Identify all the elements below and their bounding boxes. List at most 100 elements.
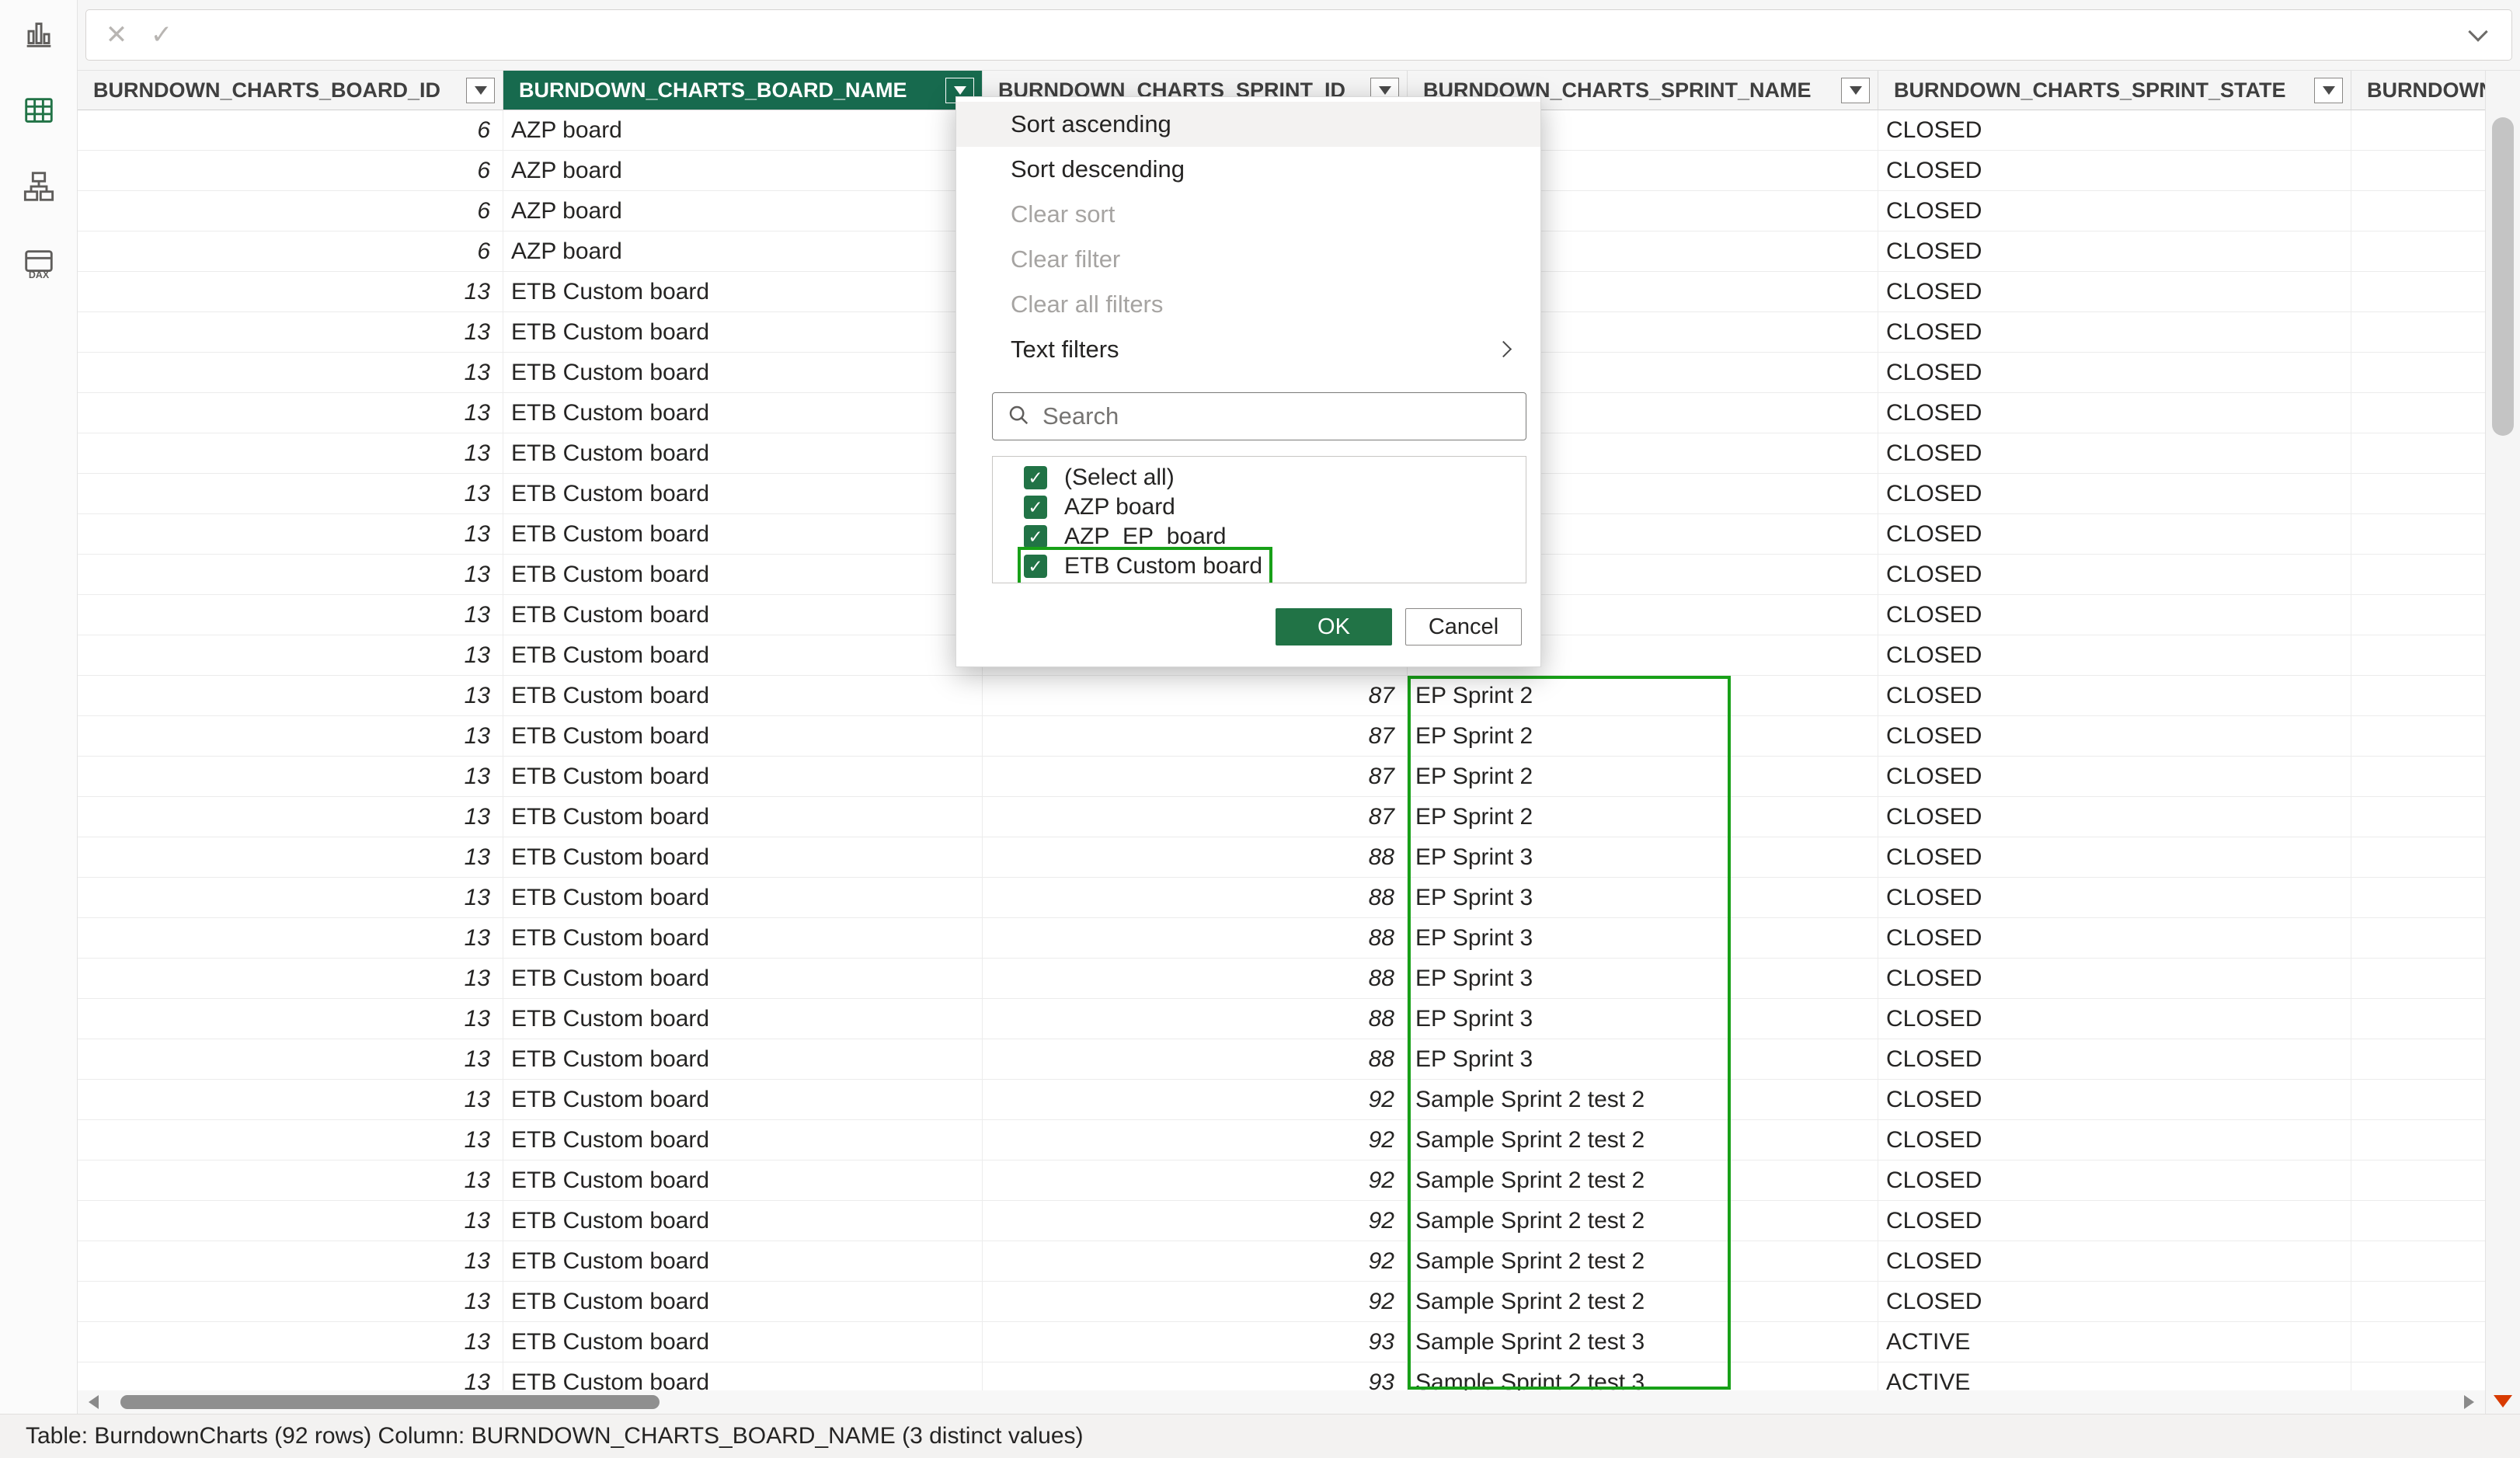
cell[interactable]: 13 <box>78 1039 503 1079</box>
cell[interactable]: 13 <box>78 1241 503 1281</box>
cell[interactable]: 13 <box>78 959 503 998</box>
cell[interactable]: ACTIVE <box>1878 1322 2351 1362</box>
cell[interactable]: 13 <box>78 1160 503 1200</box>
cell[interactable]: CLOSED <box>1878 676 2351 715</box>
column-header[interactable]: BURNDOWN_CHARTS_BOARD_NAME <box>503 71 983 110</box>
cell[interactable]: EP Sprint 3 <box>1408 959 1878 998</box>
cell[interactable]: 13 <box>78 676 503 715</box>
cell[interactable] <box>2351 474 2485 513</box>
cell[interactable]: 6 <box>78 151 503 190</box>
cell[interactable]: CLOSED <box>1878 1282 2351 1321</box>
cell[interactable]: ETB Custom board <box>503 1362 983 1390</box>
scroll-down-arrow-icon[interactable] <box>2494 1395 2512 1408</box>
cell[interactable]: 6 <box>78 191 503 231</box>
cell[interactable]: ETB Custom board <box>503 312 983 352</box>
cell[interactable]: 13 <box>78 757 503 796</box>
cell[interactable]: ETB Custom board <box>503 353 983 392</box>
cell[interactable] <box>2351 635 2485 675</box>
cell[interactable]: ETB Custom board <box>503 1160 983 1200</box>
cell[interactable]: CLOSED <box>1878 1039 2351 1079</box>
cell[interactable]: CLOSED <box>1878 1201 2351 1241</box>
cell[interactable]: CLOSED <box>1878 272 2351 311</box>
cell[interactable]: 13 <box>78 555 503 594</box>
cell[interactable]: CLOSED <box>1878 716 2351 756</box>
cell[interactable]: CLOSED <box>1878 837 2351 877</box>
cell[interactable]: ETB Custom board <box>503 595 983 635</box>
cell[interactable] <box>2351 1080 2485 1119</box>
cell[interactable] <box>2351 918 2485 958</box>
cell[interactable]: CLOSED <box>1878 878 2351 917</box>
cell[interactable]: 88 <box>983 837 1408 877</box>
cell[interactable]: ETB Custom board <box>503 272 983 311</box>
sidebar-item-report-view[interactable] <box>0 0 78 71</box>
menu-item[interactable]: Text filters <box>956 327 1540 372</box>
cell[interactable]: ETB Custom board <box>503 757 983 796</box>
cell[interactable]: Sample Sprint 2 test 2 <box>1408 1160 1878 1200</box>
cell[interactable] <box>2351 959 2485 998</box>
cell[interactable]: ETB Custom board <box>503 1322 983 1362</box>
filter-value-item[interactable]: ✓ AZP_EP_board <box>993 522 1526 552</box>
cell[interactable]: ETB Custom board <box>503 474 983 513</box>
cell[interactable] <box>2351 433 2485 473</box>
cell[interactable]: CLOSED <box>1878 999 2351 1039</box>
cell[interactable]: 13 <box>78 999 503 1039</box>
cell[interactable]: 88 <box>983 1039 1408 1079</box>
filter-button[interactable] <box>1841 78 1870 103</box>
checked-checkbox-icon[interactable]: ✓ <box>1024 555 1047 578</box>
cell[interactable]: ETB Custom board <box>503 878 983 917</box>
cell[interactable] <box>2351 676 2485 715</box>
cell[interactable]: CLOSED <box>1878 595 2351 635</box>
cell[interactable]: 13 <box>78 635 503 675</box>
cell[interactable] <box>2351 1160 2485 1200</box>
cell[interactable]: 13 <box>78 474 503 513</box>
cell[interactable]: 87 <box>983 757 1408 796</box>
cell[interactable]: ETB Custom board <box>503 999 983 1039</box>
cell[interactable]: 92 <box>983 1120 1408 1160</box>
cell[interactable]: ETB Custom board <box>503 676 983 715</box>
filter-search-input[interactable] <box>1042 402 1512 430</box>
cell[interactable]: CLOSED <box>1878 353 2351 392</box>
cell[interactable]: 92 <box>983 1201 1408 1241</box>
filter-value-item[interactable]: ✓ ETB Custom board <box>993 552 1526 581</box>
cell[interactable]: ETB Custom board <box>503 393 983 433</box>
cell[interactable]: 13 <box>78 797 503 837</box>
column-header[interactable]: BURNDOWN_C <box>2351 71 2485 110</box>
cell[interactable]: ETB Custom board <box>503 555 983 594</box>
cell[interactable]: EP Sprint 2 <box>1408 797 1878 837</box>
cell[interactable]: ETB Custom board <box>503 1282 983 1321</box>
cell[interactable]: EP Sprint 2 <box>1408 676 1878 715</box>
cell[interactable]: CLOSED <box>1878 757 2351 796</box>
cell[interactable] <box>2351 797 2485 837</box>
cell[interactable]: ETB Custom board <box>503 1080 983 1119</box>
cell[interactable]: CLOSED <box>1878 555 2351 594</box>
cell[interactable]: ETB Custom board <box>503 433 983 473</box>
cell[interactable]: 93 <box>983 1322 1408 1362</box>
cell[interactable]: 13 <box>78 514 503 554</box>
cell[interactable]: 93 <box>983 1362 1408 1390</box>
cell[interactable]: 92 <box>983 1160 1408 1200</box>
cell[interactable]: Sample Sprint 2 test 2 <box>1408 1080 1878 1119</box>
column-header[interactable]: BURNDOWN_CHARTS_SPRINT_STATE <box>1878 71 2351 110</box>
sidebar-item-model-view[interactable] <box>0 152 78 224</box>
cell[interactable]: Sample Sprint 2 test 3 <box>1408 1362 1878 1390</box>
cell[interactable]: EP Sprint 3 <box>1408 837 1878 877</box>
cell[interactable]: EP Sprint 3 <box>1408 1039 1878 1079</box>
cell[interactable]: CLOSED <box>1878 151 2351 190</box>
cell[interactable]: Sample Sprint 2 test 2 <box>1408 1120 1878 1160</box>
menu-item[interactable]: Sort ascending <box>956 102 1540 147</box>
cell[interactable]: 13 <box>78 1322 503 1362</box>
cancel-entry-button[interactable]: ✕ <box>94 14 139 56</box>
cell[interactable]: 13 <box>78 918 503 958</box>
cell[interactable] <box>2351 757 2485 796</box>
cell[interactable] <box>2351 353 2485 392</box>
cell[interactable]: Sample Sprint 2 test 2 <box>1408 1241 1878 1281</box>
commit-entry-button[interactable]: ✓ <box>139 14 184 56</box>
cell[interactable]: 6 <box>78 110 503 150</box>
cell[interactable]: CLOSED <box>1878 635 2351 675</box>
cell[interactable]: 87 <box>983 676 1408 715</box>
cell[interactable]: ETB Custom board <box>503 635 983 675</box>
cell[interactable] <box>2351 999 2485 1039</box>
cell[interactable]: CLOSED <box>1878 797 2351 837</box>
cell[interactable]: Sample Sprint 2 test 2 <box>1408 1201 1878 1241</box>
checked-checkbox-icon[interactable]: ✓ <box>1024 525 1047 548</box>
